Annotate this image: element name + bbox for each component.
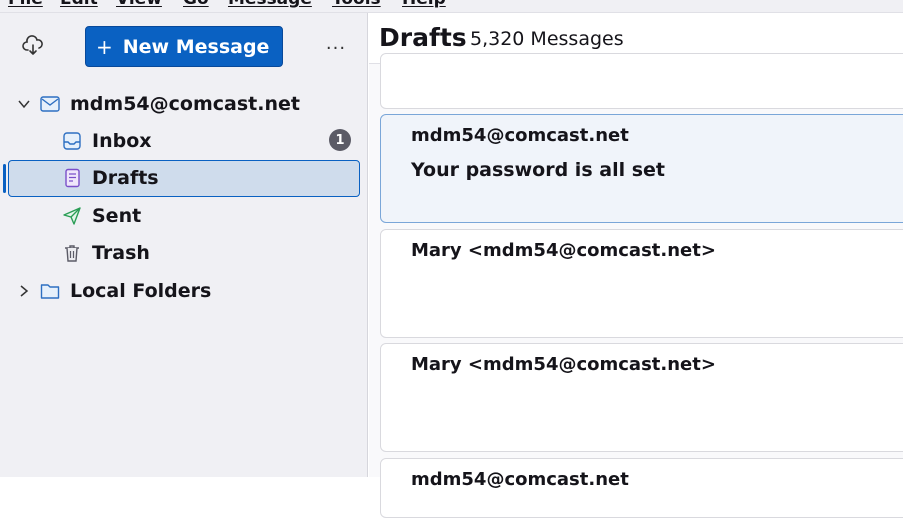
message-subject: Your password is all set	[411, 159, 665, 181]
unread-count-badge: 1	[329, 129, 351, 151]
menu-message[interactable]: Message	[228, 0, 312, 9]
message-card[interactable]: mdm54@comcast.net	[380, 458, 903, 518]
chevron-down-icon[interactable]	[16, 96, 32, 112]
menu-go[interactable]: Go	[183, 0, 209, 9]
drafts-icon	[62, 168, 82, 188]
message-sender: mdm54@comcast.net	[411, 469, 629, 490]
selection-indicator	[3, 164, 6, 193]
menu-view[interactable]: View	[116, 0, 162, 9]
cloud-download-icon	[22, 35, 43, 55]
menu-edit[interactable]: Edit	[60, 0, 98, 9]
message-card[interactable]: Mary <mdm54@comcast.net>	[380, 343, 903, 452]
local-folders-label: Local Folders	[70, 280, 212, 302]
folder-label: Inbox	[92, 130, 152, 152]
account-row[interactable]: mdm54@comcast.net	[40, 86, 300, 122]
plus-icon: +	[96, 34, 113, 59]
message-card-selected[interactable]: mdm54@comcast.net Your password is all s…	[380, 114, 903, 223]
account-name: mdm54@comcast.net	[70, 93, 300, 115]
menu-bar: File Edit View Go Message Tools Help	[0, 0, 903, 13]
message-sender: Mary <mdm54@comcast.net>	[411, 240, 716, 261]
account-mail-icon	[40, 94, 60, 114]
folder-label: Sent	[92, 205, 142, 227]
menu-help[interactable]: Help	[402, 0, 446, 9]
folder-drafts[interactable]: Drafts	[62, 160, 159, 196]
menu-tools[interactable]: Tools	[332, 0, 381, 9]
selected-folder-highlight	[8, 160, 360, 197]
message-list-pane: Drafts 5,320 Messages mdm54@comcast.net …	[369, 13, 903, 518]
folder-label: Drafts	[92, 167, 159, 189]
message-card[interactable]: Mary <mdm54@comcast.net>	[380, 229, 903, 338]
new-message-button[interactable]: + New Message	[85, 26, 283, 67]
message-sender: mdm54@comcast.net	[411, 125, 629, 146]
chevron-right-icon[interactable]	[16, 283, 32, 299]
sent-icon	[62, 206, 82, 226]
folder-inbox[interactable]: Inbox	[62, 123, 152, 159]
folder-label: Trash	[92, 242, 150, 264]
inbox-icon	[62, 131, 82, 151]
folder-icon	[40, 281, 60, 301]
folder-pane: + New Message ... mdm54@comcast.net Inbo…	[0, 13, 368, 477]
new-message-label: New Message	[122, 35, 270, 58]
local-folders-row[interactable]: Local Folders	[40, 273, 211, 309]
message-card[interactable]	[380, 53, 903, 109]
folder-sent[interactable]: Sent	[62, 198, 141, 234]
trash-icon	[62, 243, 82, 263]
more-options-button[interactable]: ...	[322, 29, 350, 59]
get-messages-button[interactable]	[20, 33, 46, 59]
message-sender: Mary <mdm54@comcast.net>	[411, 354, 716, 375]
message-count: 5,320 Messages	[470, 28, 624, 50]
menu-file[interactable]: File	[8, 0, 43, 9]
folder-title: Drafts	[379, 23, 467, 52]
folder-trash[interactable]: Trash	[62, 235, 150, 271]
